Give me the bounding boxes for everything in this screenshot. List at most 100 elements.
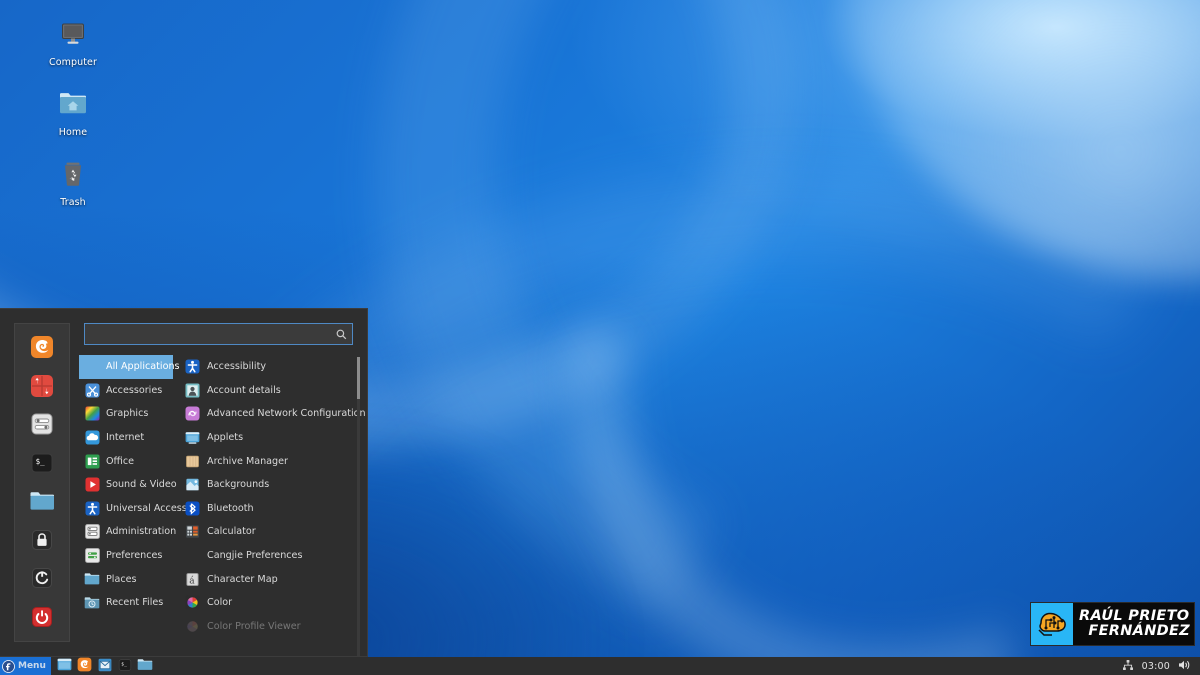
category-item-administration[interactable]: Administration bbox=[79, 520, 173, 544]
category-label: Internet bbox=[106, 432, 144, 443]
category-label: Accessories bbox=[106, 385, 162, 396]
app-label: Archive Manager bbox=[207, 456, 288, 467]
install-remove-icon bbox=[30, 374, 54, 402]
app-label: Accessibility bbox=[207, 361, 266, 372]
app-item-calculator[interactable]: Calculator bbox=[180, 520, 367, 544]
launcher-show-desktop[interactable] bbox=[55, 657, 75, 675]
clock-label: 03:00 bbox=[1142, 661, 1170, 672]
menu-button-label: Menu bbox=[18, 661, 46, 671]
category-item-sound-video[interactable]: Sound & Video bbox=[79, 473, 173, 497]
internet-icon bbox=[84, 430, 100, 446]
category-item-universal-access[interactable]: Universal Access bbox=[79, 497, 173, 521]
desktop-icon-computer[interactable]: Computer bbox=[42, 14, 104, 68]
app-item-cangjie-preferences[interactable]: Cangjie Preferences bbox=[180, 544, 367, 568]
app-item-accessibility[interactable]: Accessibility bbox=[180, 355, 367, 379]
tray-clock[interactable]: 03:00 bbox=[1138, 657, 1174, 675]
category-label: Recent Files bbox=[106, 597, 163, 608]
category-label: Administration bbox=[106, 526, 176, 537]
desktop-icon-label: Computer bbox=[42, 57, 104, 68]
app-item-backgrounds[interactable]: Backgrounds bbox=[180, 473, 367, 497]
menu-search-row bbox=[70, 323, 367, 345]
category-label: Graphics bbox=[106, 408, 148, 419]
tray-volume[interactable] bbox=[1174, 657, 1195, 675]
category-item-all-applications[interactable]: All Applications bbox=[79, 355, 173, 379]
applets-icon bbox=[184, 430, 200, 446]
backgrounds-icon bbox=[184, 477, 200, 493]
menu-button[interactable]: Menu bbox=[0, 657, 51, 675]
category-label: Preferences bbox=[106, 550, 162, 561]
application-list-scrollbar[interactable] bbox=[357, 357, 360, 656]
category-item-internet[interactable]: Internet bbox=[79, 426, 173, 450]
app-item-applets[interactable]: Applets bbox=[180, 426, 367, 450]
category-label: Sound & Video bbox=[106, 479, 177, 490]
scrollbar-thumb[interactable] bbox=[357, 357, 360, 399]
wallpaper-glow-top-right bbox=[840, 0, 1200, 280]
favorite-firefox-web-browser[interactable] bbox=[27, 335, 57, 364]
sound-video-icon bbox=[84, 477, 100, 493]
search-icon bbox=[336, 325, 347, 344]
bluetooth-icon bbox=[184, 500, 200, 516]
mail-icon bbox=[98, 658, 112, 675]
desktop-icon-trash[interactable]: Trash bbox=[42, 154, 104, 208]
app-item-advanced-network-configuration[interactable]: Advanced Network Configuration bbox=[180, 402, 367, 426]
brain-circuit-icon bbox=[1031, 603, 1073, 645]
folder-icon bbox=[137, 658, 153, 674]
app-item-bluetooth[interactable]: Bluetooth bbox=[180, 497, 367, 521]
app-item-color-profile-viewer[interactable]: Color Profile Viewer bbox=[180, 615, 367, 639]
app-item-color[interactable]: Color bbox=[180, 591, 367, 615]
desktop-icon-label: Trash bbox=[42, 197, 104, 208]
universal-access-icon bbox=[84, 500, 100, 516]
favorite-software-manager[interactable] bbox=[27, 374, 57, 403]
category-label: All Applications bbox=[106, 361, 180, 372]
category-label: Places bbox=[106, 574, 137, 585]
watermark-text: RAÚL PRIETO FERNÁNDEZ bbox=[1073, 609, 1194, 639]
app-item-account-details[interactable]: Account details bbox=[180, 379, 367, 403]
office-icon bbox=[84, 453, 100, 469]
category-item-accessories[interactable]: Accessories bbox=[79, 379, 173, 403]
wallpaper-curve-wide bbox=[254, 0, 1200, 675]
firefox-icon bbox=[77, 657, 92, 675]
system-tray: 03:00 bbox=[1118, 657, 1200, 675]
logout-icon bbox=[31, 567, 53, 593]
category-item-places[interactable]: Places bbox=[79, 567, 173, 591]
favorite-log-out[interactable] bbox=[27, 566, 57, 595]
category-item-office[interactable]: Office bbox=[79, 449, 173, 473]
app-label: Color Profile Viewer bbox=[207, 621, 301, 632]
favorite-lock-screen[interactable] bbox=[27, 528, 57, 557]
category-item-graphics[interactable]: Graphics bbox=[79, 402, 173, 426]
desktop-icon-home[interactable]: Home bbox=[42, 84, 104, 138]
favorite-terminal[interactable]: $_ bbox=[27, 451, 57, 480]
folder-icon bbox=[29, 490, 55, 516]
preferences-icon bbox=[84, 548, 100, 564]
category-item-recent-files[interactable]: Recent Files bbox=[79, 591, 173, 615]
search-input[interactable] bbox=[93, 329, 336, 340]
menu-columns: All Applications Accesso bbox=[70, 355, 367, 656]
menu-main-area: All Applications Accesso bbox=[70, 309, 367, 656]
app-item-character-map[interactable]: á Character Map bbox=[180, 567, 367, 591]
trash-bin-icon bbox=[42, 154, 104, 194]
favorite-files[interactable] bbox=[27, 489, 57, 518]
application-list[interactable]: Accessibility Account details bbox=[173, 355, 367, 656]
app-label: Advanced Network Configuration bbox=[207, 408, 366, 419]
wallpaper-curve-diagonal bbox=[334, 0, 1200, 675]
favorite-system-settings[interactable] bbox=[27, 412, 57, 441]
svg-text:á: á bbox=[189, 575, 195, 586]
launcher-firefox[interactable] bbox=[75, 657, 95, 675]
home-folder-icon bbox=[42, 84, 104, 124]
launcher-files[interactable] bbox=[135, 657, 155, 675]
category-item-preferences[interactable]: Preferences bbox=[79, 544, 173, 568]
launcher-terminal[interactable]: $_ bbox=[115, 657, 135, 675]
lock-icon bbox=[31, 529, 53, 555]
launcher-mail[interactable] bbox=[95, 657, 115, 675]
app-item-archive-manager[interactable]: Archive Manager bbox=[180, 449, 367, 473]
settings-toggles-icon bbox=[30, 412, 54, 440]
firefox-icon bbox=[30, 335, 54, 363]
favorite-quit[interactable] bbox=[27, 605, 57, 634]
calculator-icon bbox=[184, 524, 200, 540]
search-box[interactable] bbox=[84, 323, 353, 345]
account-details-icon bbox=[184, 382, 200, 398]
graphics-icon bbox=[84, 406, 100, 422]
app-label: Backgrounds bbox=[207, 479, 269, 490]
menu-favorites-sidebar: $_ bbox=[14, 323, 70, 642]
tray-network[interactable] bbox=[1118, 657, 1138, 675]
